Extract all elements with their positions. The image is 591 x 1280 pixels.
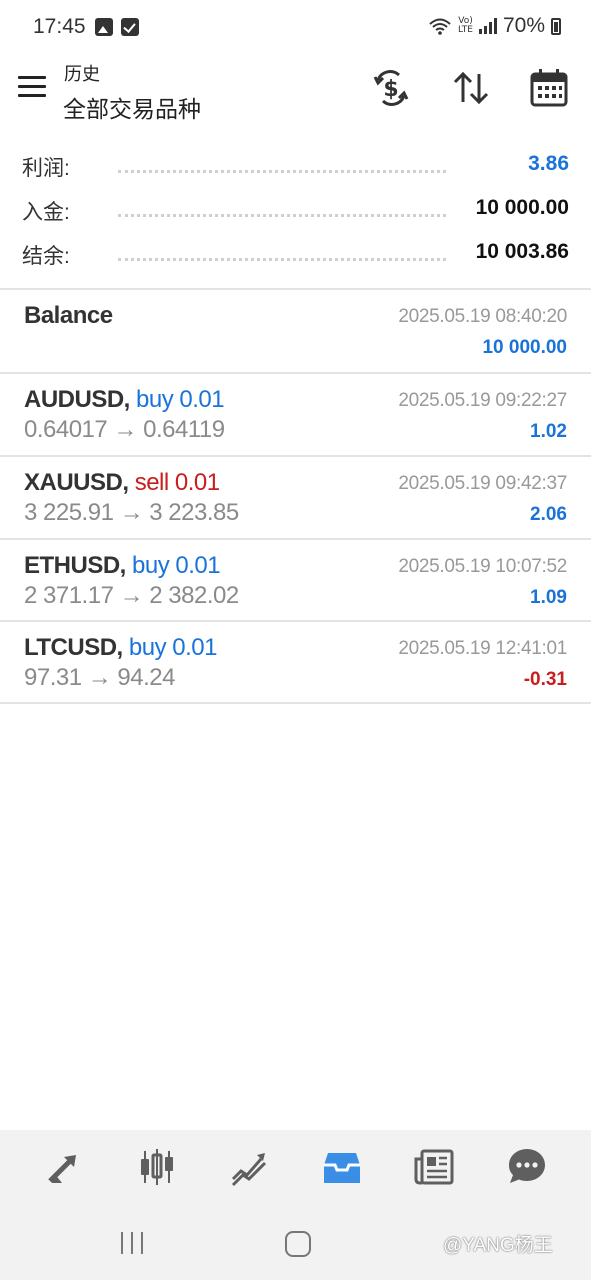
status-bar: 17:45 Vo) LTE 70% xyxy=(0,0,591,56)
deal-symbol: ETHUSD, xyxy=(24,552,126,579)
symbol-filter[interactable]: 全部交易品种 xyxy=(63,90,201,124)
trade-icon xyxy=(232,1153,267,1187)
recent-apps-button[interactable] xyxy=(121,1232,143,1254)
page-subtitle: 历史 xyxy=(64,64,100,84)
deal-row[interactable]: LTCUSD, buy 0.01 97.31 → 94.24 2025.05.1… xyxy=(0,622,591,704)
svg-text:$: $ xyxy=(383,77,398,102)
checkbox-icon xyxy=(121,18,139,36)
sort-button[interactable] xyxy=(449,68,493,108)
deal-prices: 3 225.91 → 3 223.85 xyxy=(24,499,239,526)
deal-type: buy 0.01 xyxy=(128,634,218,661)
deal-symbol: LTCUSD, xyxy=(24,634,123,661)
deal-time: 2025.05.19 09:22:27 xyxy=(398,390,567,411)
deal-prices: 0.64017 → 0.64119 xyxy=(24,416,225,443)
calendar-icon xyxy=(530,69,568,107)
deal-type: sell 0.01 xyxy=(134,469,220,496)
status-time: 17:45 xyxy=(33,15,86,38)
deal-symbol: XAUUSD, xyxy=(24,469,129,496)
deal-prices: 2 371.17 → 2 382.02 xyxy=(24,582,239,609)
dotted-leader xyxy=(118,258,446,261)
bottom-navigation xyxy=(0,1130,591,1204)
notification-icons xyxy=(95,18,139,36)
battery-percent: 70% xyxy=(502,14,545,37)
dotted-leader xyxy=(118,214,446,217)
nav-messages[interactable] xyxy=(501,1141,553,1193)
dollar-exchange-icon: $ xyxy=(373,70,409,106)
deal-time: 2025.05.19 10:07:52 xyxy=(398,556,567,577)
deal-time: 2025.05.19 09:42:37 xyxy=(398,473,567,494)
summary-row-profit: 利润: 3.86 xyxy=(0,140,591,184)
deal-prices: 97.31 → 94.24 xyxy=(24,664,175,691)
quotes-icon xyxy=(48,1155,77,1183)
nav-history[interactable] xyxy=(316,1141,368,1193)
summary-label: 入金: xyxy=(22,201,70,224)
wifi-icon xyxy=(429,18,451,35)
nav-trade[interactable] xyxy=(223,1141,275,1193)
deal-type: buy 0.01 xyxy=(136,386,225,413)
chat-icon xyxy=(508,1149,545,1183)
summary-value: 10 000.00 xyxy=(469,196,569,220)
system-navigation: @YANG杨王 xyxy=(0,1204,591,1280)
nav-chart[interactable] xyxy=(131,1141,183,1193)
divider xyxy=(0,702,591,704)
gallery-icon xyxy=(95,18,113,36)
summary-panel: 利润: 3.86 入金: 10 000.00 结余: 10 003.86 xyxy=(0,140,591,272)
summary-row-balance: 结余: 10 003.86 xyxy=(0,228,591,272)
app-bar: 历史 全部交易品种 $ xyxy=(0,56,591,132)
deposit-filter-button[interactable]: $ xyxy=(369,68,413,108)
battery-icon xyxy=(551,17,561,35)
news-icon xyxy=(414,1149,454,1185)
signal-icon xyxy=(478,18,497,34)
deal-profit: 1.09 xyxy=(530,587,567,608)
deal-profit: 1.02 xyxy=(530,421,567,442)
balance-label: Balance xyxy=(24,302,113,329)
nav-news[interactable] xyxy=(408,1141,460,1193)
deal-time: 2025.05.19 08:40:20 xyxy=(398,306,567,327)
sort-arrows-icon xyxy=(453,71,489,105)
deal-amount: 10 000.00 xyxy=(482,337,567,358)
summary-value: 10 003.86 xyxy=(469,240,569,264)
balance-row[interactable]: Balance 2025.05.19 08:40:20 10 000.00 xyxy=(0,290,591,372)
deal-row[interactable]: XAUUSD, sell 0.01 3 225.91 → 3 223.85 20… xyxy=(0,457,591,539)
history-inbox-icon xyxy=(323,1153,360,1183)
chart-candles-icon xyxy=(140,1149,173,1185)
deal-profit: 2.06 xyxy=(530,504,567,525)
deal-type: buy 0.01 xyxy=(132,552,221,579)
calendar-button[interactable] xyxy=(527,68,571,108)
status-right: Vo) LTE 70% xyxy=(428,14,561,38)
deal-symbol: AUDUSD, xyxy=(24,386,130,413)
volte-indicator: Vo) LTE xyxy=(458,16,473,35)
nav-quotes[interactable] xyxy=(38,1141,90,1193)
deal-row[interactable]: AUDUSD, buy 0.01 0.64017 → 0.64119 2025.… xyxy=(0,374,591,456)
recent-apps-icon xyxy=(121,1232,123,1254)
deal-profit: -0.31 xyxy=(523,669,567,690)
home-button[interactable] xyxy=(285,1231,311,1257)
menu-icon xyxy=(18,76,46,79)
dotted-leader xyxy=(118,170,446,173)
menu-button[interactable] xyxy=(18,76,46,98)
summary-value: 3.86 xyxy=(522,152,569,176)
summary-label: 结余: xyxy=(22,245,70,268)
summary-label: 利润: xyxy=(22,157,70,180)
deal-time: 2025.05.19 12:41:01 xyxy=(398,638,567,659)
deal-row[interactable]: ETHUSD, buy 0.01 2 371.17 → 2 382.02 202… xyxy=(0,540,591,622)
summary-row-deposit: 入金: 10 000.00 xyxy=(0,184,591,228)
watermark: @YANG杨王 xyxy=(443,1235,553,1256)
